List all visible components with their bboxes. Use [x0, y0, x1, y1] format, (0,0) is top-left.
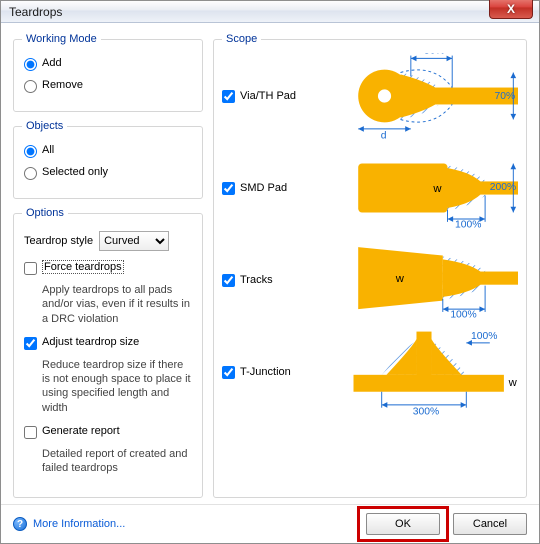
- svg-text:100%: 100%: [471, 331, 497, 342]
- scope-smd-checkbox[interactable]: [222, 182, 235, 195]
- working-mode-add-label[interactable]: Add: [42, 57, 62, 69]
- titlebar: Teardrops X: [1, 1, 539, 23]
- force-teardrops-checkbox[interactable]: [24, 262, 37, 275]
- close-button[interactable]: X: [489, 0, 533, 19]
- teardrop-style-label: Teardrop style: [24, 235, 93, 247]
- ok-button[interactable]: OK: [366, 513, 440, 535]
- options-legend: Options: [22, 207, 68, 219]
- working-mode-remove-label[interactable]: Remove: [42, 79, 83, 91]
- cancel-button[interactable]: Cancel: [453, 513, 527, 535]
- scope-legend: Scope: [222, 33, 261, 45]
- scope-group: Scope Via/TH Pad: [213, 33, 527, 498]
- dialog-window: Teardrops X Working Mode Add Remove Obje…: [0, 0, 540, 544]
- working-mode-legend: Working Mode: [22, 33, 101, 45]
- svg-text:100%: 100%: [450, 310, 476, 321]
- window-title: Teardrops: [9, 5, 62, 19]
- info-icon: ?: [13, 517, 27, 531]
- scope-tracks-diagram: w 100%: [330, 237, 518, 323]
- dialog-content: Working Mode Add Remove Objects All: [1, 23, 539, 504]
- scope-tjunction-diagram: 300% 100% w: [330, 329, 518, 415]
- teardrop-style-select[interactable]: Curved: [99, 231, 169, 251]
- generate-report-label[interactable]: Generate report: [42, 425, 120, 437]
- scope-tjunction-checkbox[interactable]: [222, 366, 235, 379]
- force-teardrops-label[interactable]: Force teardrops: [42, 261, 124, 273]
- scope-via-checkbox[interactable]: [222, 90, 235, 103]
- scope-tjunction-row: T-Junction: [222, 329, 518, 415]
- svg-text:50%: 50%: [424, 53, 445, 57]
- adjust-teardrop-size-desc: Reduce teardrop size if there is not eno…: [42, 358, 194, 415]
- scope-smd-label[interactable]: SMD Pad: [240, 182, 287, 194]
- svg-text:70%: 70%: [495, 91, 516, 102]
- scope-via-label[interactable]: Via/TH Pad: [240, 90, 296, 102]
- scope-tracks-row: Tracks w: [222, 237, 518, 323]
- dialog-footer: ? More Information... OK Cancel: [1, 504, 539, 543]
- adjust-teardrop-size-checkbox[interactable]: [24, 337, 37, 350]
- svg-text:w: w: [508, 377, 518, 389]
- force-teardrops-desc: Apply teardrops to all pads and/or vias,…: [42, 283, 194, 326]
- working-mode-remove-radio[interactable]: [24, 80, 37, 93]
- objects-group: Objects All Selected only: [13, 120, 203, 199]
- generate-report-desc: Detailed report of created and failed te…: [42, 447, 194, 476]
- objects-selected-only-radio[interactable]: [24, 167, 37, 180]
- scope-tjunction-label[interactable]: T-Junction: [240, 366, 291, 378]
- scope-via-row: Via/TH Pad: [222, 53, 518, 139]
- svg-text:100%: 100%: [455, 219, 481, 230]
- svg-text:200%: 200%: [490, 182, 516, 193]
- adjust-teardrop-size-label[interactable]: Adjust teardrop size: [42, 336, 139, 348]
- objects-selected-only-label[interactable]: Selected only: [42, 166, 108, 178]
- more-information-label: More Information...: [33, 518, 125, 530]
- svg-text:w: w: [432, 183, 442, 195]
- scope-tracks-checkbox[interactable]: [222, 274, 235, 287]
- scope-tracks-label[interactable]: Tracks: [240, 274, 273, 286]
- scope-smd-row: SMD Pad w: [222, 145, 518, 231]
- objects-all-label[interactable]: All: [42, 144, 54, 156]
- right-column: Scope Via/TH Pad: [213, 33, 527, 498]
- svg-text:d: d: [381, 130, 387, 139]
- svg-text:w: w: [395, 273, 405, 285]
- objects-legend: Objects: [22, 120, 67, 132]
- generate-report-checkbox[interactable]: [24, 426, 37, 439]
- options-group: Options Teardrop style Curved Force tear…: [13, 207, 203, 498]
- left-column: Working Mode Add Remove Objects All: [13, 33, 203, 498]
- working-mode-add-radio[interactable]: [24, 58, 37, 71]
- working-mode-group: Working Mode Add Remove: [13, 33, 203, 112]
- more-information-link[interactable]: ? More Information...: [13, 517, 125, 531]
- ok-highlight-box: OK: [357, 506, 449, 542]
- objects-all-radio[interactable]: [24, 145, 37, 158]
- svg-text:300%: 300%: [413, 406, 439, 415]
- scope-smd-diagram: w 100% 200%: [330, 145, 518, 231]
- scope-via-diagram: d 50% 70%: [330, 53, 518, 139]
- close-icon: X: [507, 2, 515, 16]
